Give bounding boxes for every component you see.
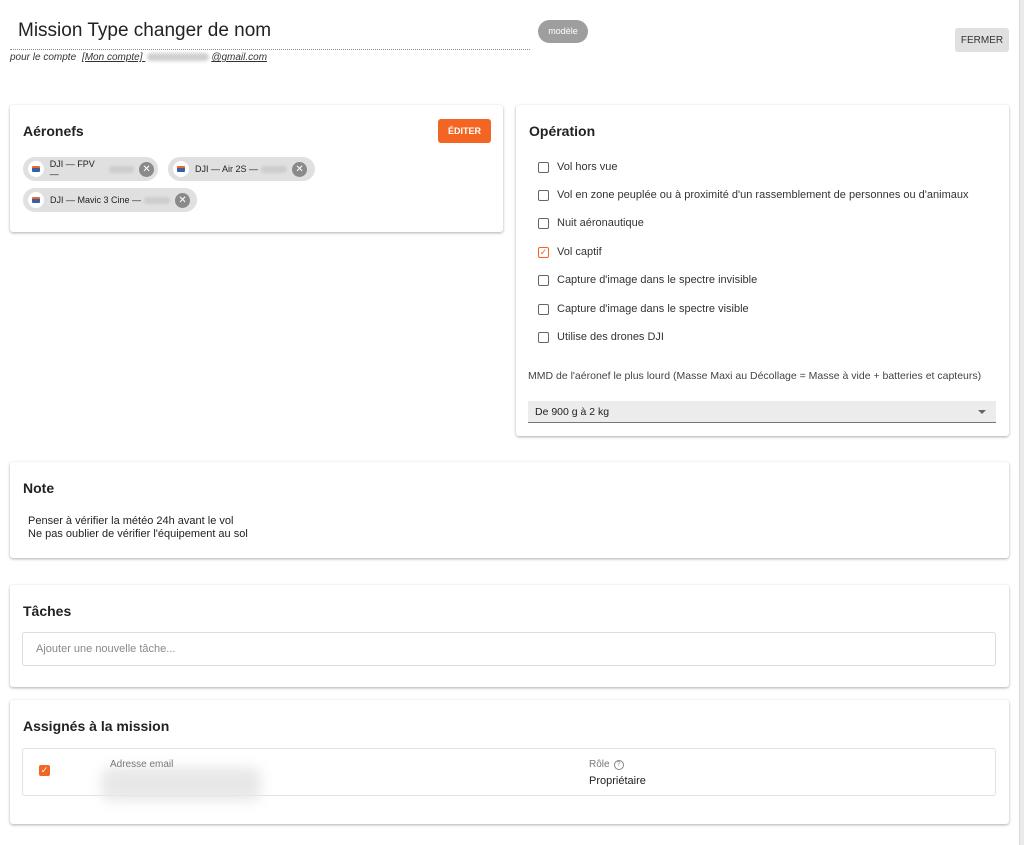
account-line: pour le compte [Mon compte] @gmail.com [10, 52, 267, 63]
mmd-label: MMD de l'aéronef le plus lourd (Masse Ma… [528, 370, 982, 382]
mission-title[interactable]: Mission Type changer de nom [18, 20, 271, 42]
email-header: Adresse email [110, 759, 174, 770]
aircraft-chip[interactable]: DJI — FPV — ✕ [23, 157, 158, 181]
mission-editor-page: Mission Type changer de nom pour le comp… [0, 0, 1020, 845]
remove-chip-icon[interactable]: ✕ [139, 161, 154, 177]
checkbox[interactable] [538, 217, 549, 229]
option-drones-dji[interactable]: Utilise des drones DJI [538, 328, 664, 346]
aircraft-chip[interactable]: DJI — Air 2S — ✕ [168, 157, 315, 181]
option-zone-peuplee[interactable]: Vol en zone peuplée ou à proximité d'un … [538, 186, 968, 204]
account-link-label[interactable]: [Mon compte] [82, 52, 143, 63]
account-prefix: pour le compte [10, 52, 77, 63]
option-vol-hors-vue[interactable]: Vol hors vue [538, 158, 618, 176]
option-label: Vol hors vue [557, 161, 618, 173]
option-label: Nuit aéronautique [557, 217, 644, 229]
note-line[interactable]: Penser à vérifier la météo 24h avant le … [28, 515, 233, 527]
aircraft-title: Aéronefs [23, 123, 84, 139]
role-header: Rôle ? [589, 759, 624, 770]
checkbox[interactable] [538, 189, 549, 201]
drone-icon [173, 161, 189, 177]
serial-redacted [108, 165, 135, 173]
assignee-checkbox[interactable]: ✓ [39, 765, 50, 776]
remove-chip-icon[interactable]: ✕ [175, 192, 191, 208]
option-label: Capture d'image dans le spectre invisibl… [557, 274, 758, 286]
close-button[interactable]: FERMER [955, 28, 1009, 52]
aircraft-chip-label: DJI — Air 2S — [195, 164, 259, 174]
new-task-input[interactable] [22, 632, 996, 666]
scrollbar[interactable] [1020, 0, 1024, 845]
serial-redacted [261, 165, 288, 173]
checkbox[interactable] [538, 303, 549, 315]
aircraft-chip-label: DJI — Mavic 3 Cine — [50, 195, 142, 205]
assignee-row: ✓ Adresse email Rôle ? Propriétaire [22, 748, 996, 801]
serial-redacted [144, 196, 171, 204]
note-card: Note Penser à vérifier la météo 24h avan… [10, 462, 1009, 558]
option-label: Capture d'image dans le spectre visible [557, 303, 749, 315]
chevron-down-icon [978, 410, 986, 414]
mission-title-field[interactable]: Mission Type changer de nom [10, 14, 530, 50]
option-label: Utilise des drones DJI [557, 331, 664, 343]
aircraft-chip-label: DJI — FPV — [49, 159, 95, 179]
note-line[interactable]: Ne pas oublier de vérifier l'équipement … [28, 528, 248, 540]
help-icon[interactable]: ? [613, 759, 624, 770]
tasks-card: Tâches [10, 585, 1009, 687]
tasks-title: Tâches [23, 603, 72, 619]
account-email-suffix[interactable]: @gmail.com [211, 52, 267, 63]
checkbox-checked[interactable]: ✓ [538, 246, 549, 258]
aircraft-chip[interactable]: DJI — Mavic 3 Cine — ✕ [23, 188, 197, 212]
checkbox[interactable] [538, 274, 549, 286]
account-email-redacted [147, 53, 210, 62]
option-vol-captif[interactable]: ✓ Vol captif [538, 243, 602, 261]
account-link[interactable]: [Mon compte] @gmail.com [82, 52, 267, 63]
option-spectre-visible[interactable]: Capture d'image dans le spectre visible [538, 300, 749, 318]
operation-card: Opération Vol hors vue Vol en zone peupl… [516, 105, 1009, 436]
option-nuit-aeronautique[interactable]: Nuit aéronautique [538, 214, 644, 232]
aircraft-card: Aéronefs ÉDITER DJI — FPV — ✕ DJI — Air … [10, 105, 503, 232]
checkbox[interactable] [538, 331, 549, 343]
option-label: Vol captif [557, 246, 602, 258]
option-label: Vol en zone peuplée ou à proximité d'un … [557, 189, 969, 201]
role-value: Propriétaire [589, 775, 646, 787]
role-header-label: Rôle [589, 759, 610, 770]
operation-title: Opération [529, 123, 596, 139]
option-spectre-invisible[interactable]: Capture d'image dans le spectre invisibl… [538, 271, 757, 289]
edit-aircraft-button[interactable]: ÉDITER [438, 119, 491, 143]
checkbox[interactable] [538, 161, 549, 173]
mmd-select[interactable]: De 900 g à 2 kg [528, 401, 996, 423]
drone-icon [28, 161, 44, 177]
remove-chip-icon[interactable]: ✕ [292, 161, 308, 177]
email-redacted [101, 767, 261, 801]
assigned-title: Assignés à la mission [23, 718, 170, 734]
drone-icon [28, 192, 44, 208]
note-title: Note [23, 480, 55, 496]
assigned-card: Assignés à la mission ✓ Adresse email Rô… [10, 700, 1009, 824]
mmd-value: De 900 g à 2 kg [535, 406, 610, 418]
template-badge[interactable]: modèle [538, 20, 588, 43]
